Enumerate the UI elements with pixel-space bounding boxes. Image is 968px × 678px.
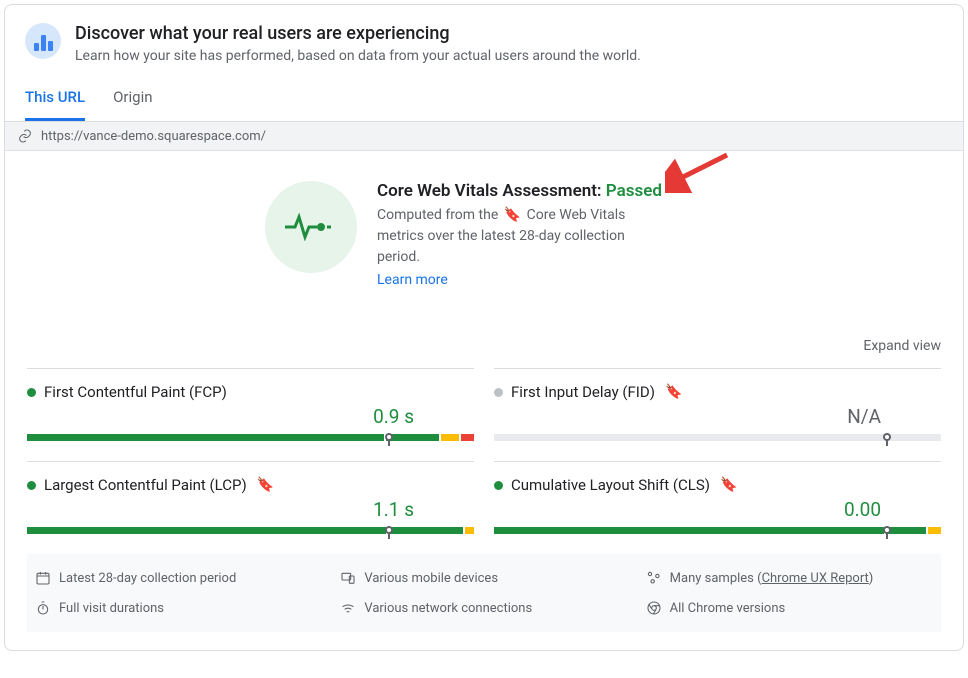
tabs: This URL Origin: [5, 78, 963, 122]
assessment-status: Passed: [606, 181, 662, 201]
footer-samples: Many samples (Chrome UX Report): [642, 568, 937, 588]
assessment-desc: Computed from the 🔖 Core Web Vitals metr…: [377, 205, 657, 268]
footer-versions: All Chrome versions: [642, 598, 937, 618]
status-dot: [27, 388, 36, 397]
footer-devices: Various mobile devices: [336, 568, 631, 588]
bookmark-icon: 🔖: [665, 384, 682, 400]
distribution-bar: [27, 434, 474, 441]
status-dot: [494, 388, 503, 397]
metric-value: 0.9 s: [27, 405, 474, 428]
learn-more-link[interactable]: Learn more: [377, 272, 448, 288]
footer: Latest 28-day collection period Various …: [27, 554, 941, 632]
distribution-bar: [494, 434, 941, 441]
scatter-icon: [646, 570, 662, 586]
metric-cls[interactable]: Cumulative Layout Shift (CLS) 🔖 0.00: [494, 461, 941, 534]
status-dot: [27, 481, 36, 490]
metric-value: N/A: [494, 405, 941, 428]
metric-label: Largest Contentful Paint (LCP): [44, 476, 247, 494]
metric-fid[interactable]: First Input Delay (FID) 🔖 N/A: [494, 368, 941, 441]
field-data-card: Discover what your real users are experi…: [4, 4, 964, 651]
metric-label: First Contentful Paint (FCP): [44, 383, 227, 401]
expand-view-link[interactable]: Expand view: [863, 338, 941, 354]
metric-value: 0.00: [494, 498, 941, 521]
header: Discover what your real users are experi…: [5, 5, 963, 78]
annotation-arrow-icon: [665, 151, 735, 193]
bookmark-icon: 🔖: [257, 477, 274, 493]
footer-durations: Full visit durations: [31, 598, 326, 618]
distribution-bar: [27, 527, 474, 534]
metric-value: 1.1 s: [27, 498, 474, 521]
tab-origin[interactable]: Origin: [113, 78, 152, 121]
metric-fcp[interactable]: First Contentful Paint (FCP) 0.9 s: [27, 368, 474, 441]
devices-icon: [340, 570, 356, 586]
chrome-icon: [646, 600, 662, 616]
metric-label: Cumulative Layout Shift (CLS): [511, 476, 710, 494]
metric-lcp[interactable]: Largest Contentful Paint (LCP) 🔖 1.1 s: [27, 461, 474, 534]
metric-label: First Input Delay (FID): [511, 383, 655, 401]
wifi-icon: [340, 600, 356, 616]
distribution-bar: [494, 527, 941, 534]
status-dot: [494, 481, 503, 490]
assessment-title: Core Web Vitals Assessment: Passed: [377, 181, 662, 201]
bookmark-icon: 🔖: [504, 207, 521, 223]
header-subtitle: Learn how your site has performed, based…: [75, 48, 641, 64]
header-title: Discover what your real users are experi…: [75, 23, 641, 44]
crux-link[interactable]: Chrome UX Report: [762, 571, 869, 586]
bars-icon: [25, 23, 61, 59]
assessment: Core Web Vitals Assessment: Passed Compu…: [5, 151, 963, 298]
bookmark-icon: 🔖: [720, 477, 737, 493]
tab-this-url[interactable]: This URL: [25, 78, 85, 121]
metrics-grid: First Contentful Paint (FCP) 0.9 s First…: [5, 364, 963, 554]
pulse-icon: [265, 181, 357, 273]
url-text: https://vance-demo.squarespace.com/: [41, 129, 266, 144]
footer-connections: Various network connections: [336, 598, 631, 618]
link-icon: [17, 128, 33, 144]
stopwatch-icon: [35, 600, 51, 616]
url-bar: https://vance-demo.squarespace.com/: [5, 122, 963, 151]
calendar-icon: [35, 570, 51, 586]
footer-period: Latest 28-day collection period: [31, 568, 326, 588]
